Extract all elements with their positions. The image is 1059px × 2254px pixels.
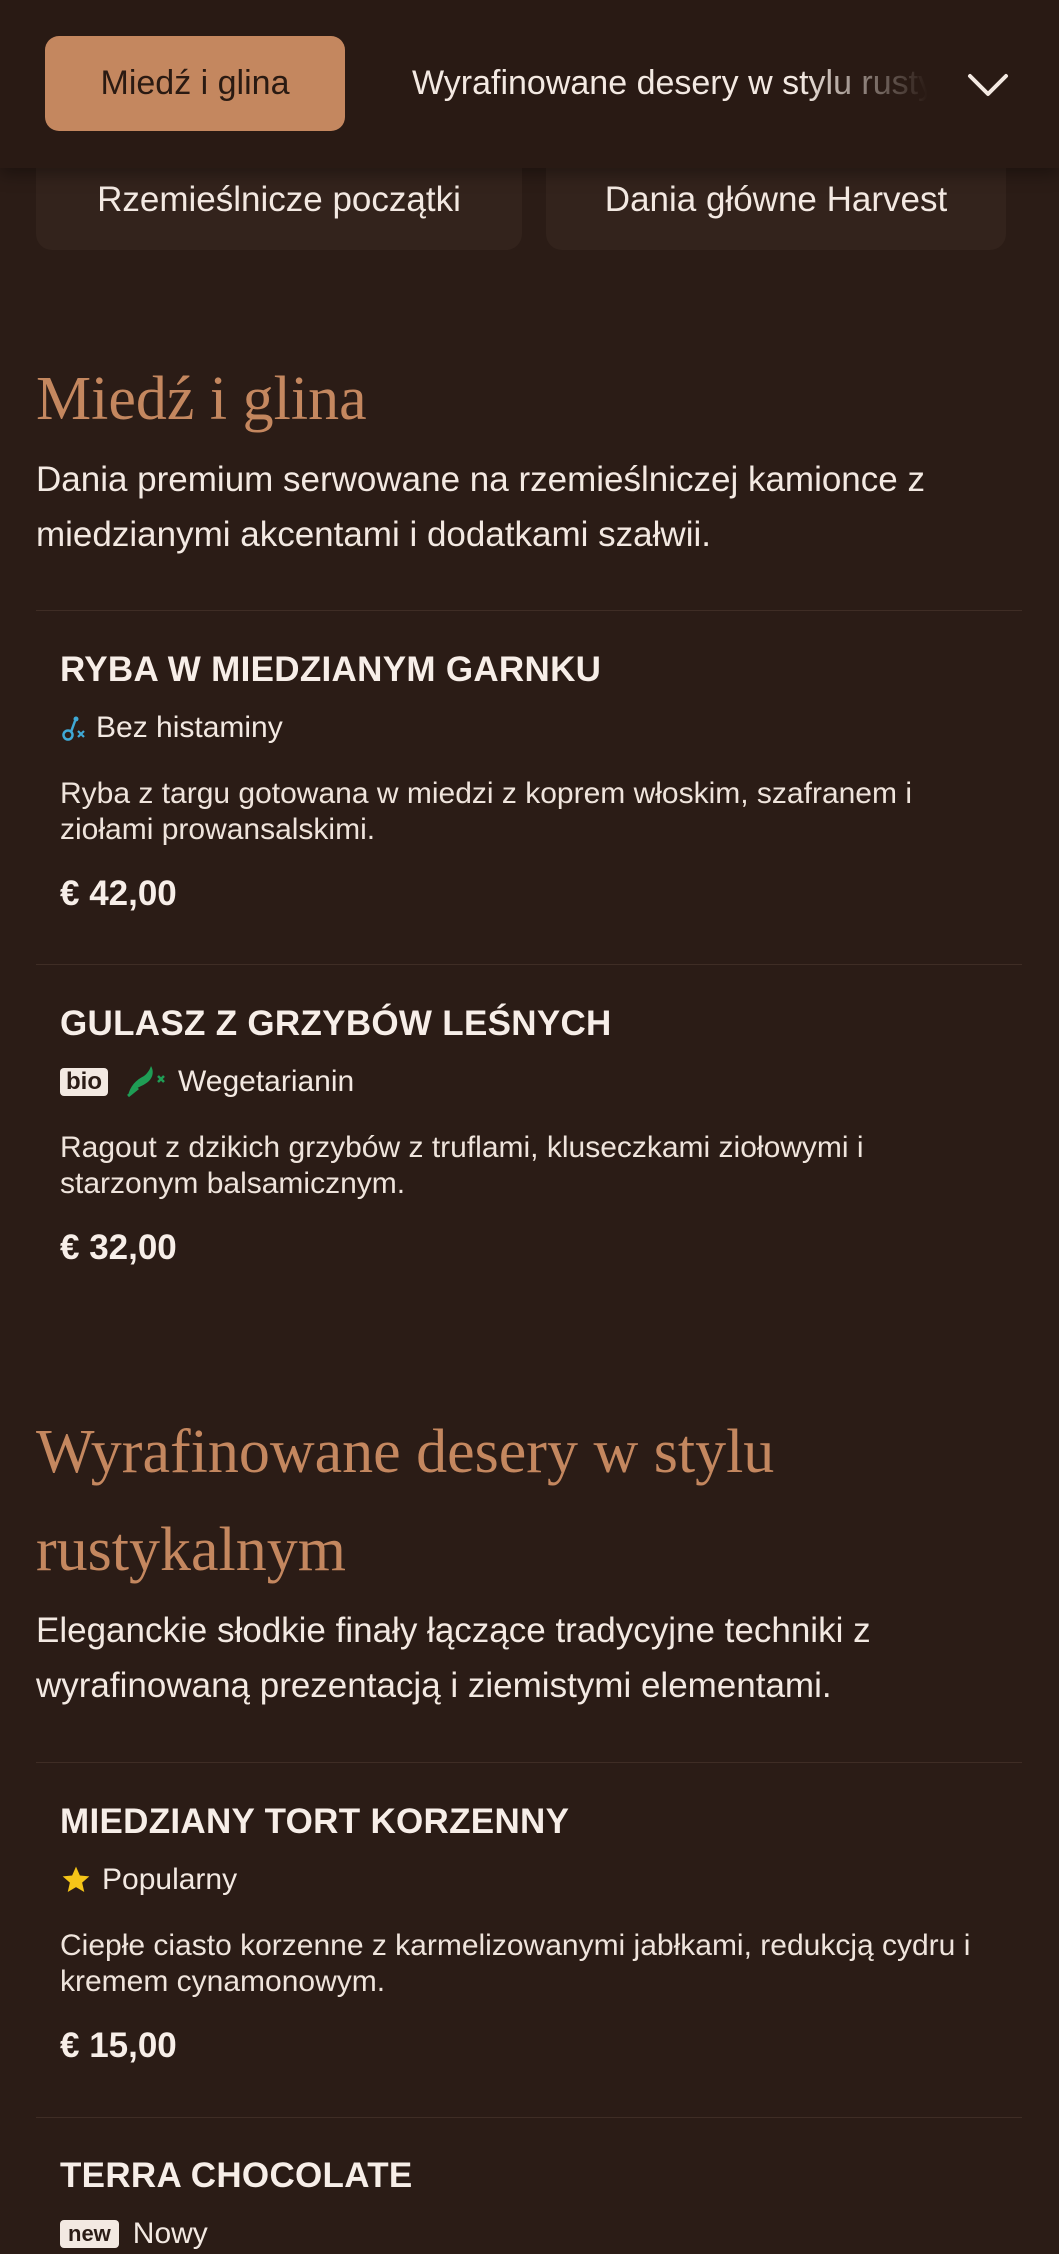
nav-chip-desery[interactable]: Wyrafinowane desery w stylu rustykalnym xyxy=(412,36,932,131)
menu-item[interactable]: RYBA W MIEDZIANYM GARNKU Bez histaminy R… xyxy=(60,648,1020,916)
chevron-down-icon xyxy=(967,74,1008,96)
new-badge: new xyxy=(60,2220,119,2248)
divider xyxy=(36,1762,1022,1763)
menu-item-name: MIEDZIANY TORT KORZENNY xyxy=(60,1802,570,1841)
menu-item-tags: Popularny xyxy=(60,1860,1020,1900)
star-icon xyxy=(60,1864,92,1896)
menu-item-name: GULASZ Z GRZYBÓW LEŚNYCH xyxy=(60,1004,612,1043)
category-nav-bar: Miedź i glina Wyrafinowane desery w styl… xyxy=(0,0,1059,168)
menu-item-price: € 15,00 xyxy=(60,2026,177,2065)
menu-item-description: Ciepłe ciasto korzenne z karmelizowanymi… xyxy=(60,1929,971,1998)
menu-item[interactable]: TERRA CHOCOLATE new Nowy xyxy=(60,2154,1020,2254)
divider xyxy=(36,964,1022,965)
menu-item-tag-label: Bez histaminy xyxy=(96,711,283,744)
menu-item-name: RYBA W MIEDZIANYM GARNKU xyxy=(60,650,602,689)
menu-item[interactable]: MIEDZIANY TORT KORZENNY Popularny Ciepłe… xyxy=(60,1800,1020,2068)
category-chip-label: Rzemieślnicze początki xyxy=(97,180,461,219)
menu-item-description: Ragout z dzikich grzybów z truflami, klu… xyxy=(60,1131,864,1200)
vegetarian-icon xyxy=(124,1064,168,1100)
menu-item-tags: Bez histaminy xyxy=(60,708,1020,748)
nav-chip-label: Wyrafinowane desery w stylu rustykalnym xyxy=(412,64,932,102)
menu-item-name: TERRA CHOCOLATE xyxy=(60,2156,413,2195)
section-description: Dania premium serwowane na rzemieślnicze… xyxy=(36,460,925,554)
nav-chip-miedz-i-glina[interactable]: Miedź i glina xyxy=(45,36,345,131)
menu-item-price: € 32,00 xyxy=(60,1228,177,1267)
menu-item-description: Ryba z targu gotowana w miedzi z koprem … xyxy=(60,777,912,846)
category-chip-label: Dania główne Harvest xyxy=(604,180,948,219)
menu-item-tag-label: Popularny xyxy=(102,1863,238,1896)
histamine-free-icon xyxy=(60,713,86,743)
section-title: Wyrafinowane desery w stylu rustykalnym xyxy=(36,1418,775,1584)
section-description: Eleganckie słodkie finały łączące tradyc… xyxy=(36,1611,871,1705)
bio-badge: bio xyxy=(60,1068,108,1096)
nav-chip-label: Miedź i glina xyxy=(100,64,290,102)
menu-item-tags: new Nowy xyxy=(60,2214,1020,2254)
menu-item-tag-label: Nowy xyxy=(132,2217,208,2250)
expand-categories-button[interactable] xyxy=(950,50,1025,120)
section-title: Miedź i glina xyxy=(36,365,367,433)
divider xyxy=(36,610,1022,611)
divider xyxy=(36,2117,1022,2118)
menu-item-tag-label: Wegetarianin xyxy=(178,1065,355,1098)
menu-item-price: € 42,00 xyxy=(60,874,177,913)
menu-item-tags: bio Wegetarianin xyxy=(60,1062,1020,1102)
menu-item[interactable]: GULASZ Z GRZYBÓW LEŚNYCH bio Wegetariani… xyxy=(60,1002,1020,1270)
